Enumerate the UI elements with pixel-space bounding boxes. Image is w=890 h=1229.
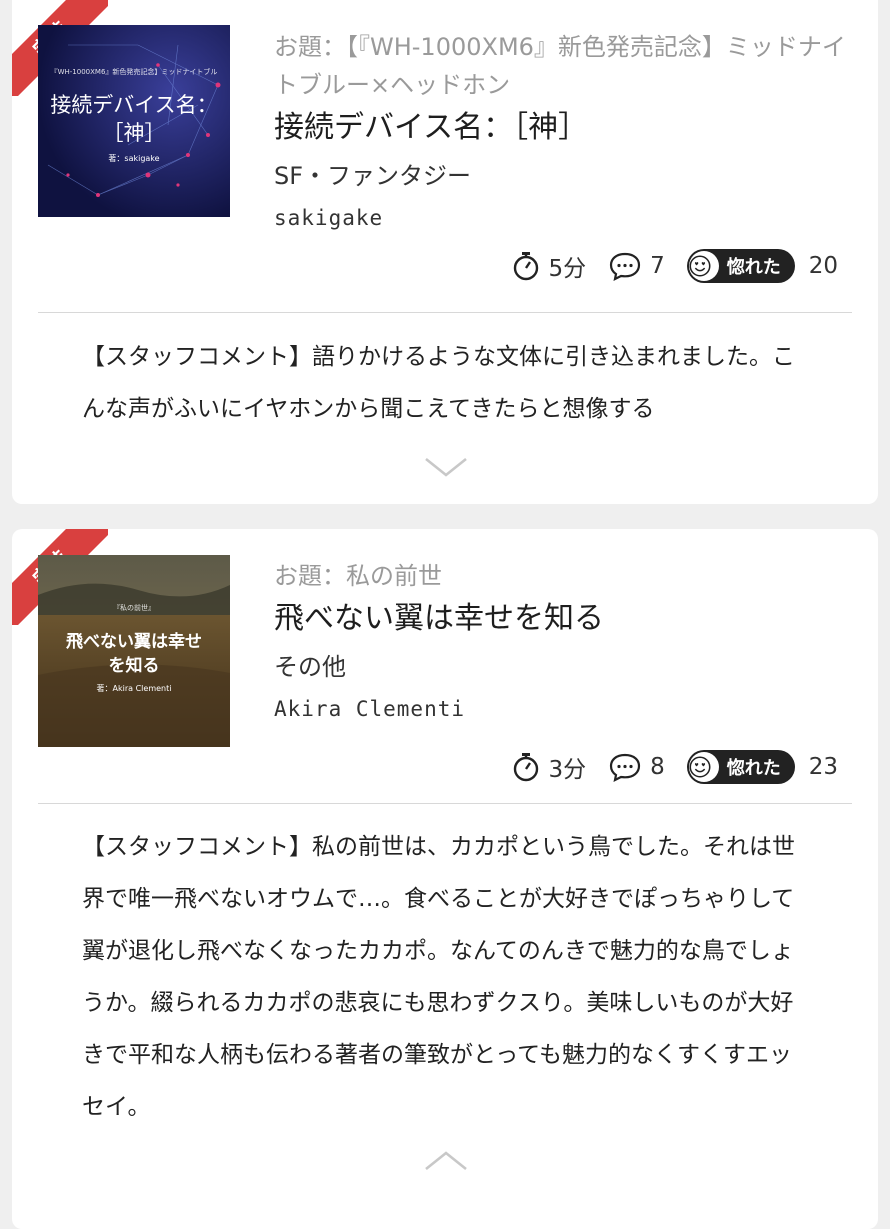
stopwatch-icon [514, 753, 539, 782]
cover-image[interactable]: 『私の前世』 飛べない翼は幸せ を知る 著：Akira Clementi [38, 555, 230, 747]
story-title[interactable]: 接続デバイス名：［神］ [274, 106, 854, 150]
horeta-label: 惚れた [726, 758, 781, 779]
comment-count[interactable]: 7 [608, 251, 665, 281]
story-author[interactable]: Akira Clementi [274, 689, 854, 729]
story-info: お題：私の前世 飛べない翼は幸せを知る その他 Akira Clementi [274, 557, 854, 729]
horeta-count-value: 20 [808, 253, 838, 279]
read-time-value: 3分 [548, 757, 587, 783]
read-time: 5分 [512, 249, 586, 283]
story-stats: 3分 8 惚れた 23 [490, 747, 838, 787]
heart-eyes-smile-icon [688, 752, 719, 782]
story-title[interactable]: 飛べない翼は幸せを知る [274, 597, 854, 641]
horeta-button[interactable]: 惚れた [686, 750, 795, 784]
heart-eyes-smile-icon [688, 251, 719, 281]
story-author[interactable]: sakigake [274, 198, 854, 238]
story-genre: その他 [274, 653, 346, 681]
story-stats: 5分 7 惚れた 20 [490, 246, 838, 286]
cover-image[interactable]: 『WH-1000XM6』新色発売記念】ミッドナイトブル 接続デバイス名： ［神］… [38, 25, 230, 217]
speech-bubble-icon [609, 252, 641, 281]
speech-bubble-icon [609, 753, 641, 782]
staff-comment: 【スタッフコメント】私の前世は、カカポという鳥でした。それは世界で唯一飛べないオ… [82, 834, 795, 1120]
cover-topic-line: 『WH-1000XM6』新色発売記念】ミッドナイトブル [50, 68, 218, 76]
story-card[interactable]: 完結 『私の前世』 飛べない翼は幸せ を知る 著：Akira Clementi [12, 529, 878, 1229]
cover-title-line2: を知る [108, 656, 160, 676]
cover-title-line1: 飛べない翼は幸せ [66, 632, 202, 652]
cover-title-line2: ［神］ [102, 121, 166, 145]
horeta-count[interactable]: 惚れた 23 [686, 750, 838, 784]
cover-title-line1: 接続デバイス名： [50, 93, 218, 117]
chevron-up-icon[interactable] [422, 1149, 470, 1173]
cover-topic-line: 『私の前世』 [113, 604, 155, 612]
story-card[interactable]: 完結 『WH-10 [12, 0, 878, 504]
read-time-value: 5分 [548, 256, 587, 282]
horeta-button[interactable]: 惚れた [686, 249, 795, 283]
story-genre: SF・ファンタジー [274, 162, 472, 190]
horeta-count[interactable]: 惚れた 20 [686, 249, 838, 283]
horeta-label: 惚れた [726, 257, 781, 278]
story-topic[interactable]: お題：私の前世 [274, 557, 854, 595]
cover-author: 著：sakigake [108, 154, 160, 163]
divider [38, 803, 852, 804]
read-time: 3分 [512, 750, 586, 784]
cover-author: 著：Akira Clementi [96, 684, 172, 693]
comment-count[interactable]: 8 [608, 752, 665, 782]
story-topic[interactable]: お題：【『WH-1000XM6』新色発売記念】ミッドナイトブルー×ヘッドホン [274, 28, 854, 104]
divider [38, 312, 852, 313]
comment-count-value: 7 [650, 253, 665, 279]
comment-count-value: 8 [650, 754, 665, 780]
chevron-down-icon[interactable] [422, 455, 470, 479]
stopwatch-icon [514, 252, 539, 281]
horeta-count-value: 23 [808, 754, 838, 780]
staff-comment: 【スタッフコメント】語りかけるような文体に引き込まれました。こんな声がふいにイヤ… [82, 344, 795, 422]
story-info: お題：【『WH-1000XM6』新色発売記念】ミッドナイトブルー×ヘッドホン 接… [274, 28, 854, 238]
